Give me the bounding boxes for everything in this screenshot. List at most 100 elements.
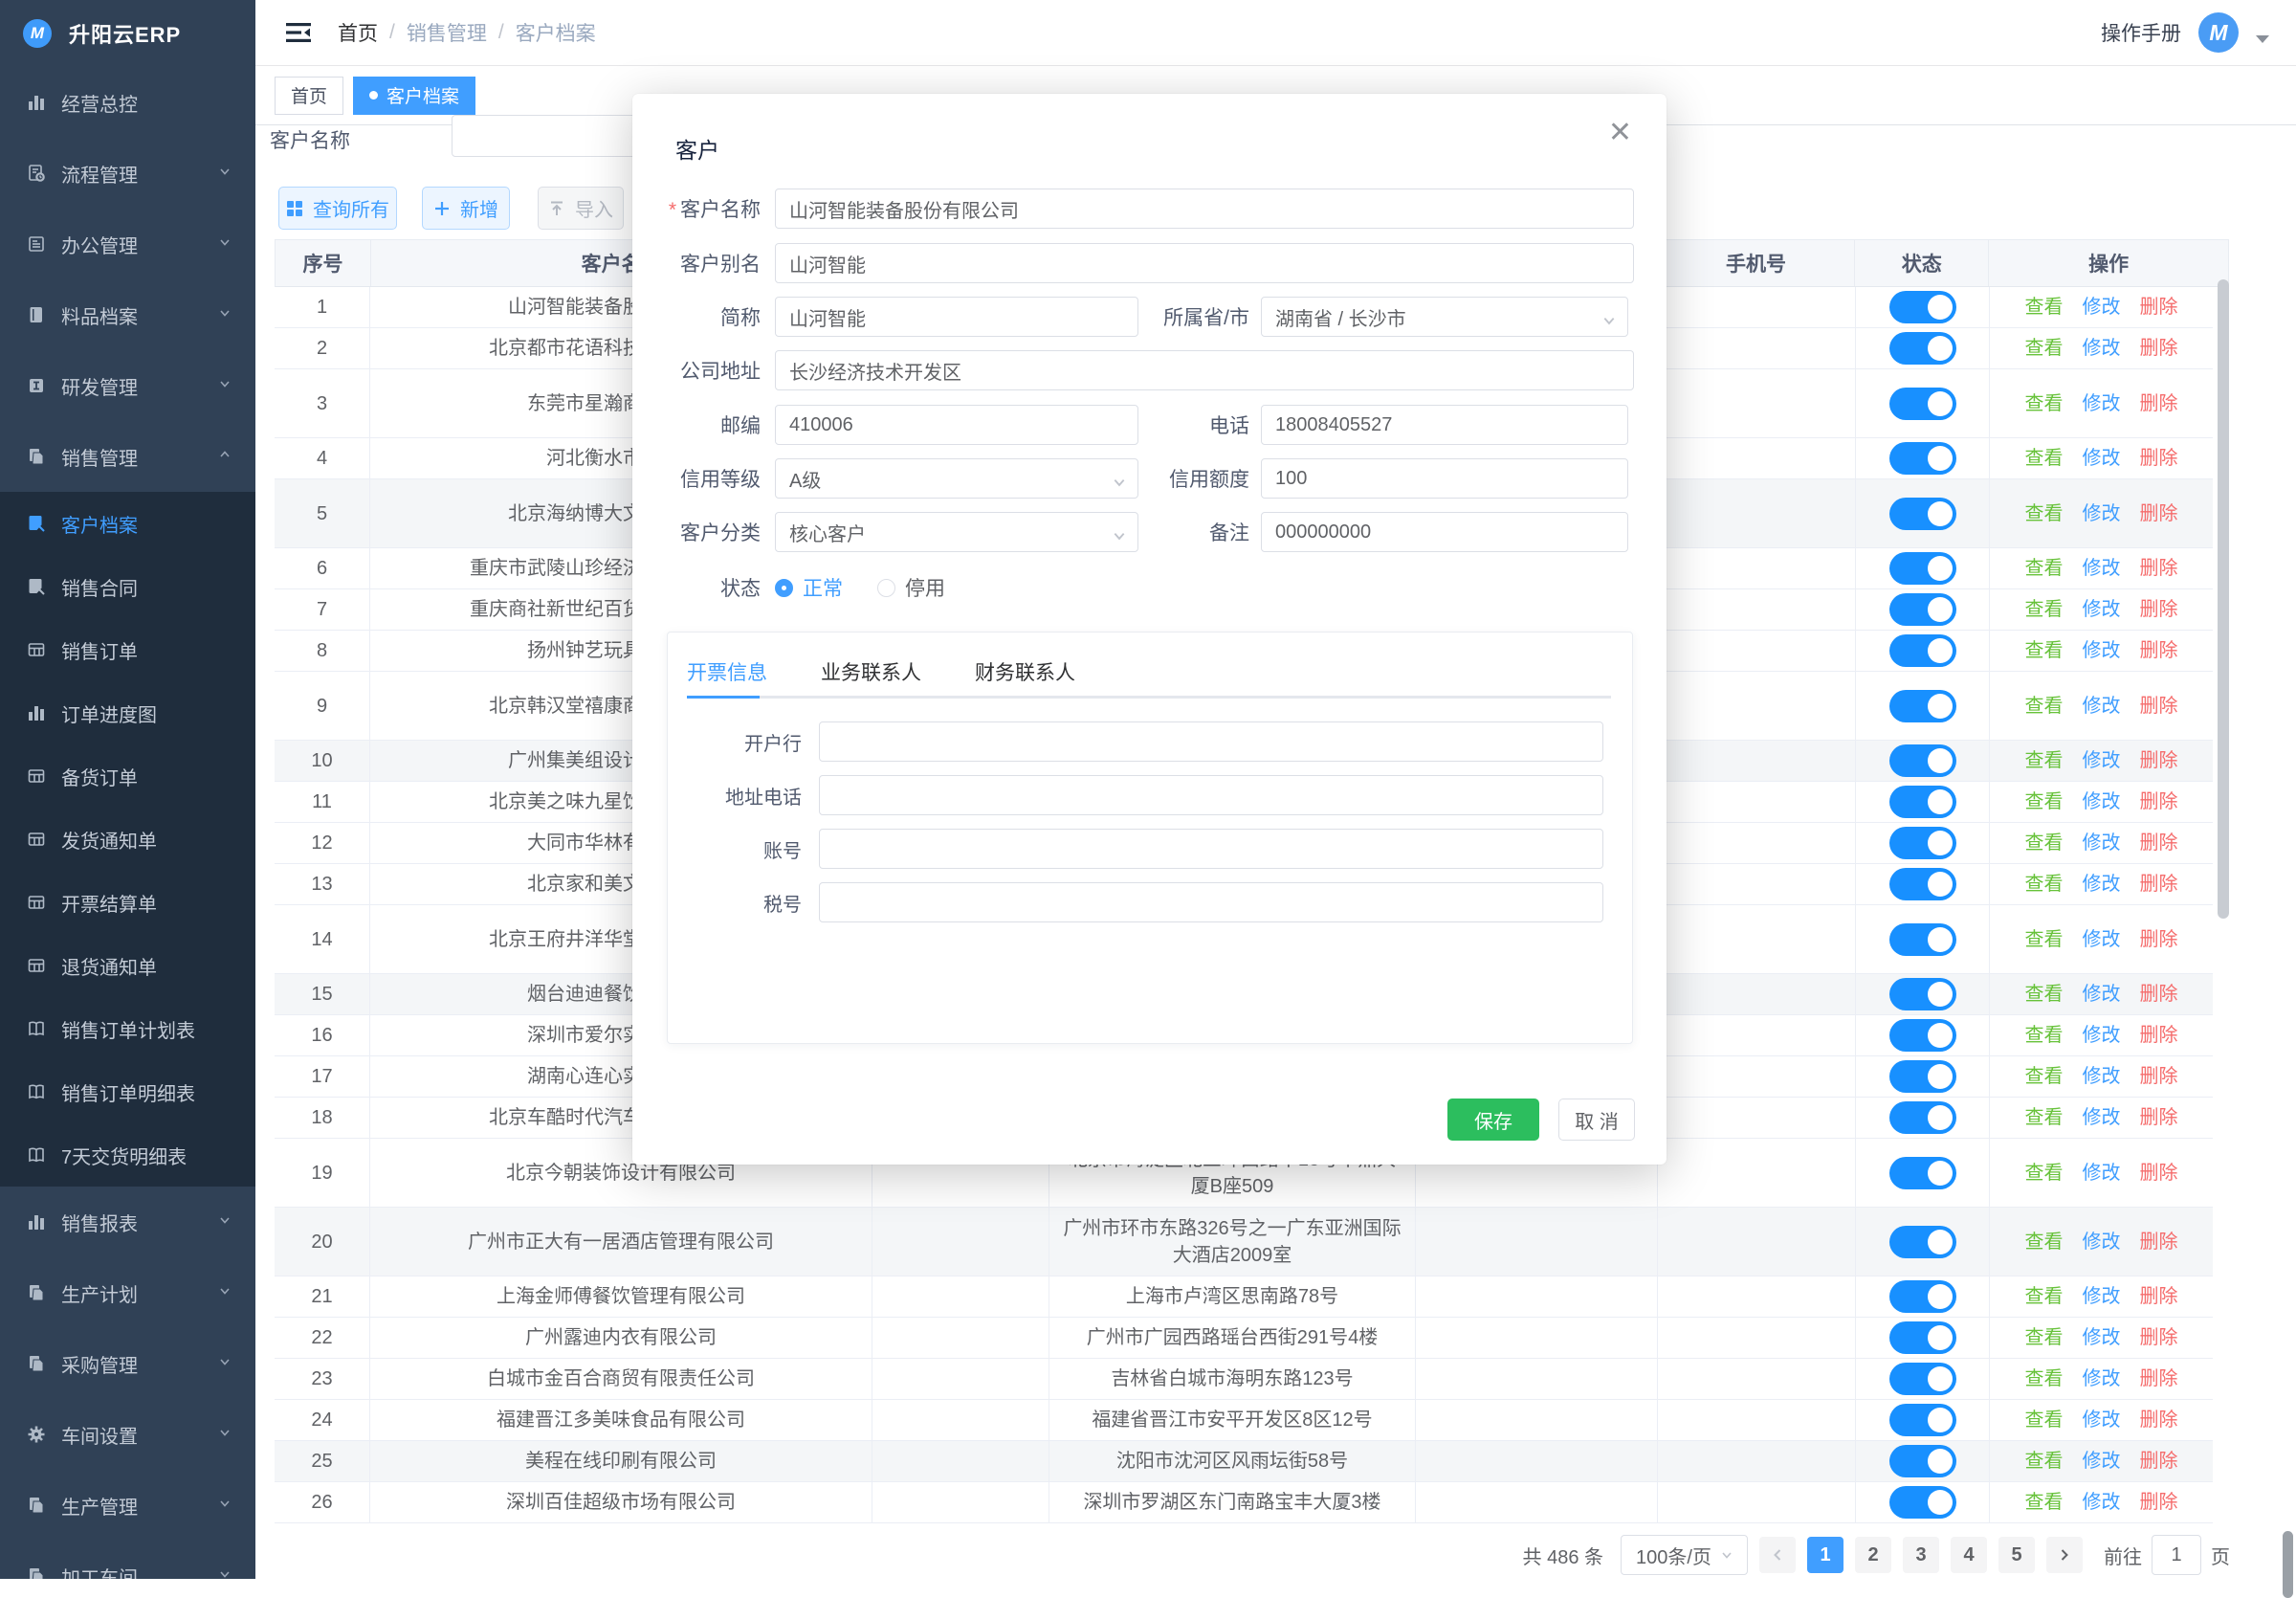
invoice-input-0[interactable] (819, 721, 1603, 762)
edit-link[interactable]: 修改 (2083, 830, 2121, 856)
status-radio-1[interactable]: 停用 (877, 573, 945, 602)
status-toggle[interactable] (1889, 1445, 1956, 1477)
delete-link[interactable]: 删除 (2140, 1324, 2178, 1351)
view-link[interactable]: 查看 (2025, 390, 2064, 417)
status-toggle[interactable] (1889, 332, 1956, 365)
sidebar-subitem-15[interactable]: 销售订单明细表 (0, 1060, 255, 1123)
view-link[interactable]: 查看 (2025, 1160, 2064, 1187)
invoice-input-2[interactable] (819, 829, 1603, 869)
view-link[interactable]: 查看 (2025, 788, 2064, 815)
dialog-tab-0[interactable]: 开票信息 (687, 657, 767, 699)
sidebar-item-2[interactable]: 办公管理 (0, 209, 255, 279)
delete-link[interactable]: 删除 (2140, 1022, 2178, 1049)
breadcrumb-sales[interactable]: 销售管理 (407, 18, 487, 47)
status-toggle[interactable] (1889, 1280, 1956, 1313)
status-toggle[interactable] (1889, 498, 1956, 530)
status-toggle[interactable] (1889, 291, 1956, 323)
sidebar-item-17[interactable]: 销售报表 (0, 1187, 255, 1257)
delete-link[interactable]: 删除 (2140, 693, 2178, 720)
sidebar-subitem-11[interactable]: 发货通知单 (0, 808, 255, 871)
sidebar-item-4[interactable]: 研发管理 (0, 350, 255, 421)
page-size-select[interactable]: 100条/页 (1621, 1535, 1748, 1575)
edit-link[interactable]: 修改 (2083, 788, 2121, 815)
view-link[interactable]: 查看 (2025, 500, 2064, 527)
edit-link[interactable]: 修改 (2083, 445, 2121, 472)
prev-page-button[interactable] (1759, 1537, 1796, 1573)
delete-link[interactable]: 删除 (2140, 555, 2178, 582)
status-toggle[interactable] (1889, 1226, 1956, 1258)
user-avatar[interactable]: M (2198, 12, 2239, 53)
status-toggle[interactable] (1889, 1101, 1956, 1134)
status-toggle[interactable] (1889, 634, 1956, 667)
view-link[interactable]: 查看 (2025, 637, 2064, 664)
close-icon[interactable]: ✕ (1608, 119, 1632, 147)
delete-link[interactable]: 删除 (2140, 830, 2178, 856)
view-link[interactable]: 查看 (2025, 1407, 2064, 1433)
dialog-tab-2[interactable]: 财务联系人 (975, 657, 1075, 699)
edit-link[interactable]: 修改 (2083, 1104, 2121, 1131)
status-toggle[interactable] (1889, 1363, 1956, 1395)
edit-link[interactable]: 修改 (2083, 1489, 2121, 1516)
field-input-0[interactable] (775, 189, 1634, 229)
delete-link[interactable]: 删除 (2140, 788, 2178, 815)
user-menu-caret-icon[interactable] (2256, 35, 2269, 43)
field-input-2-right[interactable]: 湖南省 / 长沙市 (1261, 297, 1628, 337)
invoice-input-1[interactable] (819, 775, 1603, 815)
sidebar-subitem-16[interactable]: 7天交货明细表 (0, 1123, 255, 1187)
view-link[interactable]: 查看 (2025, 871, 2064, 898)
sidebar-item-0[interactable]: 经营总控 (0, 67, 255, 138)
edit-link[interactable]: 修改 (2083, 1324, 2121, 1351)
delete-link[interactable]: 删除 (2140, 1104, 2178, 1131)
view-link[interactable]: 查看 (2025, 830, 2064, 856)
sidebar-item-20[interactable]: 车间设置 (0, 1399, 255, 1470)
edit-link[interactable]: 修改 (2083, 1063, 2121, 1090)
sidebar-item-5[interactable]: 销售管理 (0, 421, 255, 492)
sidebar-subitem-8[interactable]: 销售订单 (0, 618, 255, 681)
field-input-4-right[interactable] (1261, 405, 1628, 445)
view-link[interactable]: 查看 (2025, 981, 2064, 1008)
sidebar-item-22[interactable]: 加工车间 (0, 1541, 255, 1579)
goto-page-input[interactable] (2152, 1535, 2201, 1575)
delete-link[interactable]: 删除 (2140, 294, 2178, 321)
view-link[interactable]: 查看 (2025, 1365, 2064, 1392)
edit-link[interactable]: 修改 (2083, 637, 2121, 664)
edit-link[interactable]: 修改 (2083, 390, 2121, 417)
sidebar-item-19[interactable]: 采购管理 (0, 1328, 255, 1399)
delete-link[interactable]: 删除 (2140, 500, 2178, 527)
edit-link[interactable]: 修改 (2083, 335, 2121, 362)
invoice-input-3[interactable] (819, 882, 1603, 922)
edit-link[interactable]: 修改 (2083, 1448, 2121, 1475)
sidebar-item-18[interactable]: 生产计划 (0, 1257, 255, 1328)
edit-link[interactable]: 修改 (2083, 871, 2121, 898)
edit-link[interactable]: 修改 (2083, 981, 2121, 1008)
view-link[interactable]: 查看 (2025, 1104, 2064, 1131)
sidebar-subitem-14[interactable]: 销售订单计划表 (0, 997, 255, 1060)
field-input-5-left[interactable]: A级 (775, 458, 1138, 499)
view-link[interactable]: 查看 (2025, 1448, 2064, 1475)
view-link[interactable]: 查看 (2025, 693, 2064, 720)
delete-link[interactable]: 删除 (2140, 1448, 2178, 1475)
page-button-2[interactable]: 2 (1855, 1537, 1891, 1573)
delete-link[interactable]: 删除 (2140, 596, 2178, 623)
delete-link[interactable]: 删除 (2140, 1063, 2178, 1090)
sidebar-subitem-10[interactable]: 备货订单 (0, 744, 255, 808)
status-toggle[interactable] (1889, 1404, 1956, 1436)
delete-link[interactable]: 删除 (2140, 1229, 2178, 1255)
delete-link[interactable]: 删除 (2140, 445, 2178, 472)
edit-link[interactable]: 修改 (2083, 926, 2121, 953)
view-link[interactable]: 查看 (2025, 926, 2064, 953)
field-input-4-left[interactable] (775, 405, 1138, 445)
sidebar-item-1[interactable]: 流程管理 (0, 138, 255, 209)
field-input-6-left[interactable]: 核心客户 (775, 512, 1138, 552)
view-link[interactable]: 查看 (2025, 1229, 2064, 1255)
field-input-5-right[interactable] (1261, 458, 1628, 499)
dialog-tab-1[interactable]: 业务联系人 (821, 657, 921, 699)
sidebar-subitem-6[interactable]: 客户档案 (0, 492, 255, 555)
sidebar-item-3[interactable]: 料品档案 (0, 279, 255, 350)
status-toggle[interactable] (1889, 690, 1956, 722)
status-toggle[interactable] (1889, 1060, 1956, 1093)
delete-link[interactable]: 删除 (2140, 1160, 2178, 1187)
edit-link[interactable]: 修改 (2083, 555, 2121, 582)
status-toggle[interactable] (1889, 388, 1956, 420)
query-all-button[interactable]: 查询所有 (278, 187, 397, 230)
